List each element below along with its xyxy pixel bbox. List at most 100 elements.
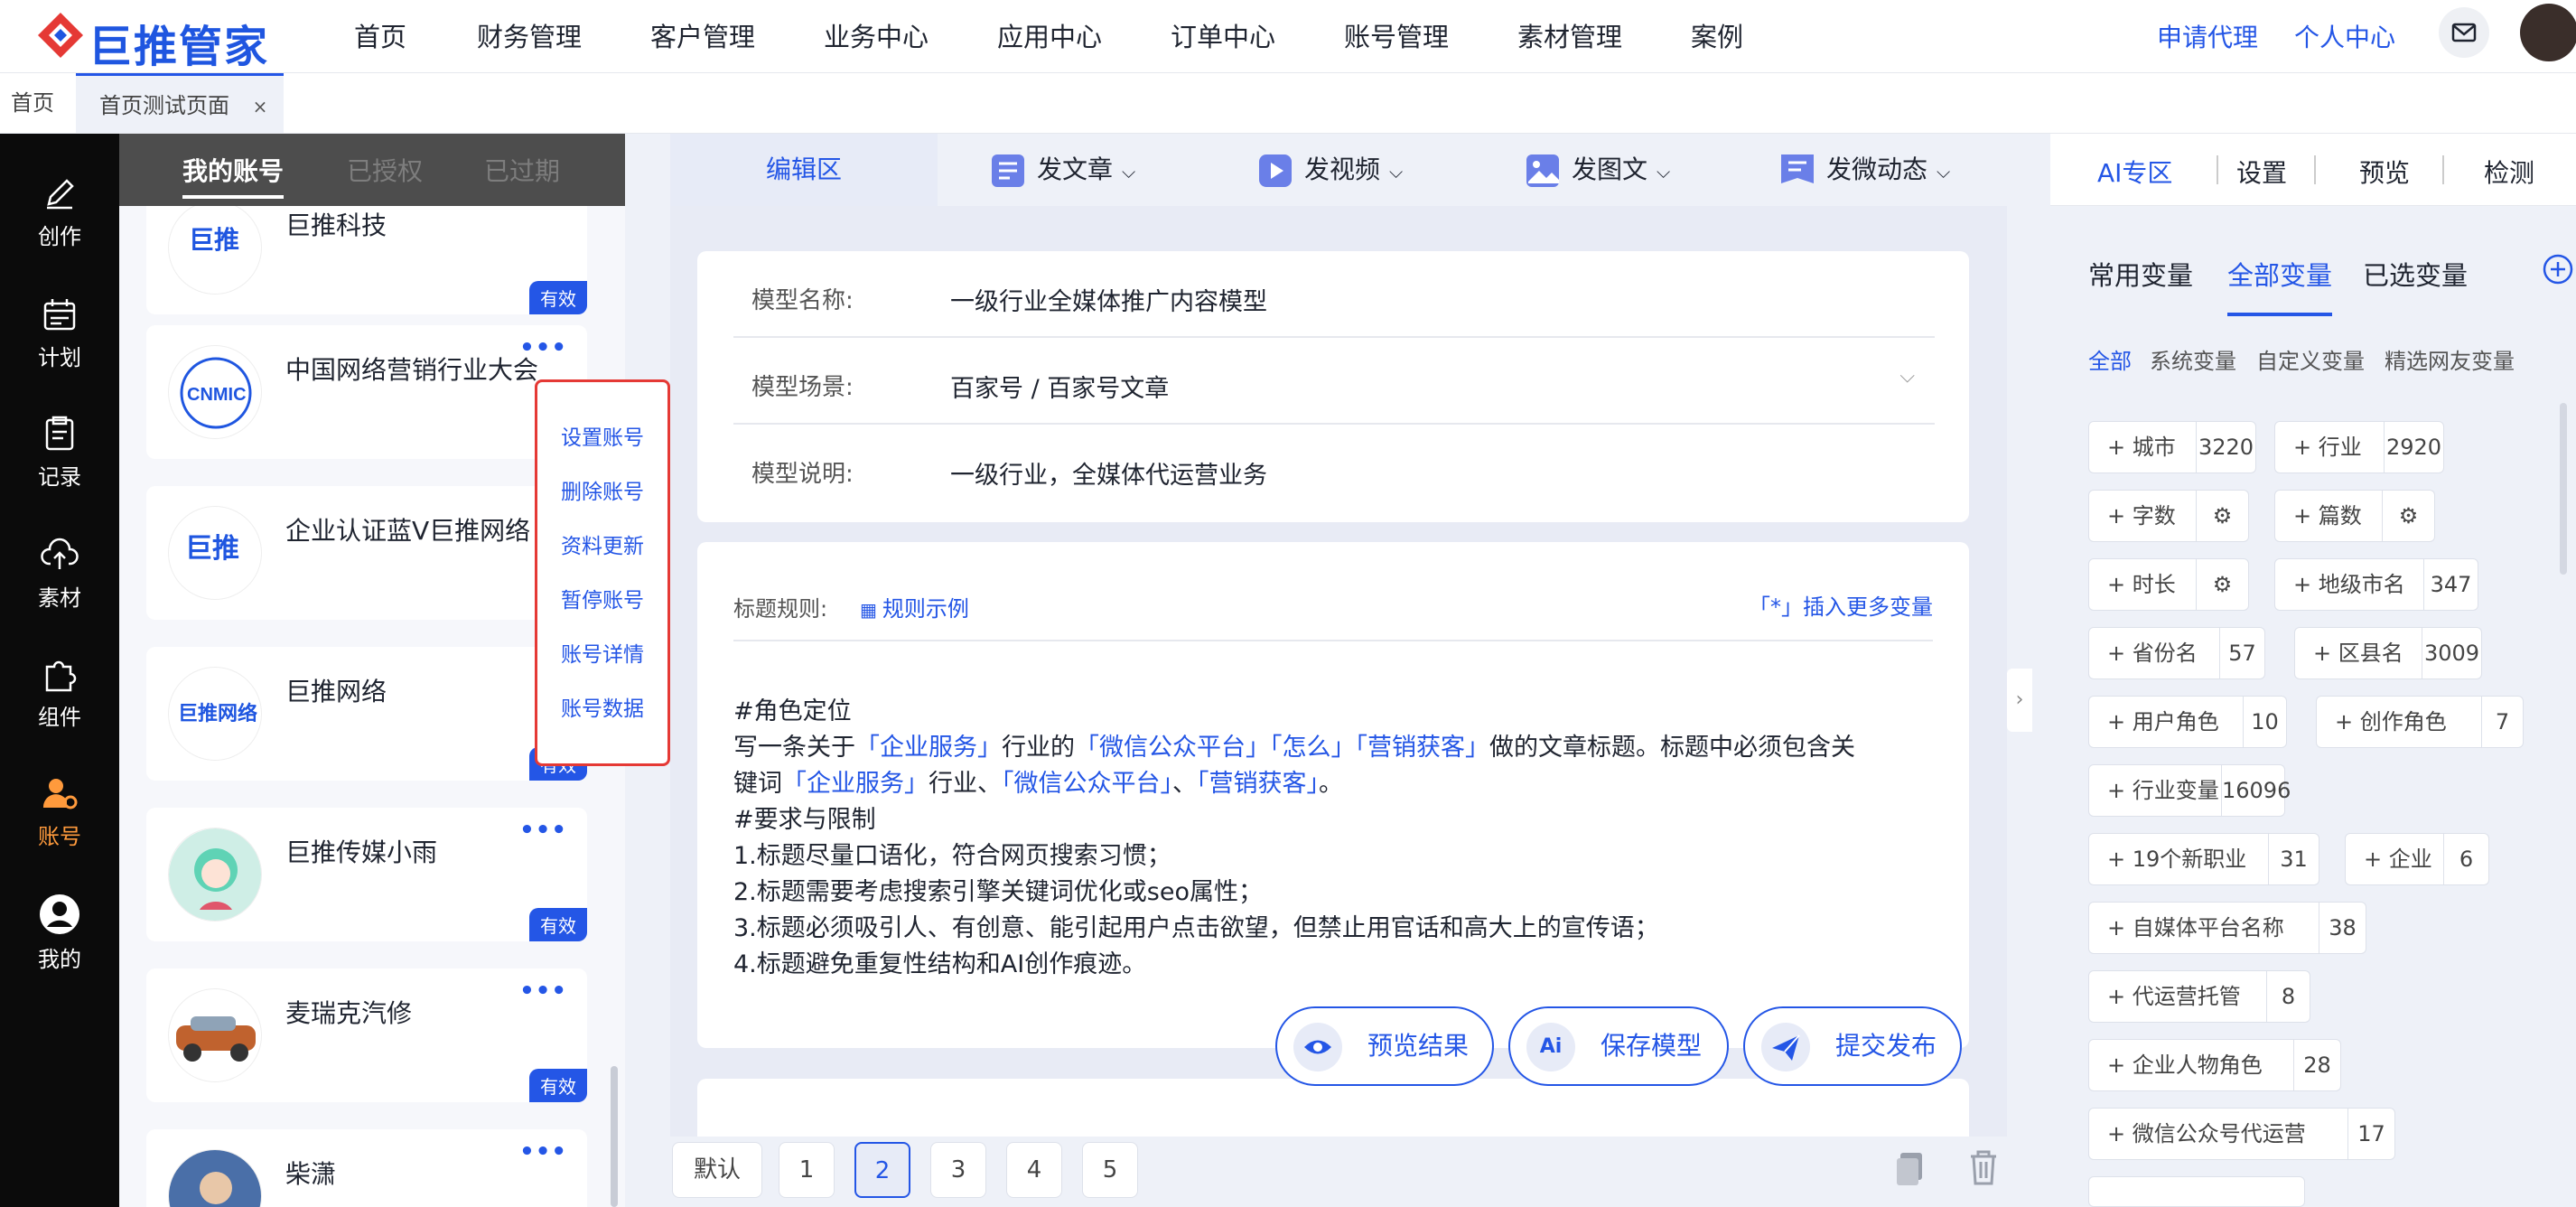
page-button[interactable]: 1 — [779, 1142, 835, 1198]
tab-preview[interactable]: 预览 — [2359, 154, 2410, 190]
rail-plan[interactable]: 计划 — [0, 295, 119, 371]
collapse-right-panel-button[interactable]: › — [2007, 669, 2032, 732]
tab-selected-vars[interactable]: 已选变量 — [2363, 255, 2468, 293]
gear-icon[interactable]: ⚙ — [2382, 491, 2434, 541]
menu-delete-account[interactable]: 删除账号 — [537, 474, 667, 505]
variable-chip[interactable]: + 城市 3220 — [2088, 421, 2256, 473]
more-icon[interactable]: ••• — [519, 978, 567, 1005]
nav-home[interactable]: 首页 — [354, 16, 406, 54]
nav-accounts[interactable]: 账号管理 — [1344, 16, 1449, 54]
submit-publish-button[interactable]: 提交发布 — [1743, 1006, 1962, 1086]
variable-chip[interactable]: + 自媒体平台名称 38 — [2088, 902, 2366, 954]
chevron-down-icon[interactable]: ⌵ — [1899, 365, 1915, 388]
account-card[interactable]: 巨推 巨推科技 有效 — [146, 206, 587, 314]
page-button[interactable]: 3 — [930, 1142, 986, 1198]
page-button[interactable]: 4 — [1006, 1142, 1062, 1198]
account-scrollbar[interactable] — [611, 1066, 618, 1207]
variable-chip[interactable]: + 19个新职业 31 — [2088, 833, 2319, 885]
page-button-current[interactable]: 2 — [854, 1142, 910, 1198]
variable-chip[interactable]: + 篇数 ⚙ — [2274, 490, 2435, 542]
tab-home[interactable]: 首页 — [11, 73, 54, 133]
variable-tag[interactable]: 「微信公众平台」 — [1002, 770, 1172, 798]
tab-ai-zone[interactable]: AI专区 — [2097, 154, 2172, 190]
rule-example-link[interactable]: ▦ 规则示例 — [860, 591, 969, 622]
variable-chip[interactable]: + 企业人物角色 28 — [2088, 1039, 2341, 1091]
model-desc-value[interactable]: 一级行业，全媒体代运营业务 — [950, 455, 1267, 491]
model-scene-row[interactable]: 模型场景: 百家号 / 百家号文章 ⌵ — [733, 338, 1935, 425]
tab-edit-area[interactable]: 编辑区 — [670, 134, 938, 206]
variable-chip[interactable]: + 字数 ⚙ — [2088, 490, 2249, 542]
trash-icon[interactable] — [1962, 1146, 2005, 1189]
more-icon[interactable]: ••• — [519, 1138, 567, 1165]
variable-chip[interactable]: + 代运营托管 8 — [2088, 970, 2310, 1023]
tab-active-page[interactable]: 首页测试页面 × — [76, 73, 284, 133]
variable-chip[interactable]: + 微信公众号代运营 17 — [2088, 1108, 2395, 1160]
page-default-button[interactable]: 默认 — [672, 1142, 762, 1198]
user-avatar[interactable] — [2520, 4, 2576, 61]
tab-close-icon[interactable]: × — [253, 96, 268, 117]
more-icon[interactable]: ••• — [519, 817, 567, 844]
variable-tag[interactable]: 「企业服务」 — [855, 734, 1002, 762]
account-card[interactable]: CNMIC 中国网络营销行业大会 ••• — [146, 325, 587, 459]
gear-icon[interactable]: ⚙ — [2196, 491, 2248, 541]
more-icon[interactable]: ••• — [519, 334, 567, 361]
brand-logo[interactable]: 巨推管家 — [36, 7, 280, 72]
menu-set-account[interactable]: 设置账号 — [537, 420, 667, 451]
filter-custom[interactable]: 自定义变量 — [2256, 343, 2365, 375]
account-card[interactable]: 巨推网络 巨推网络 有效 — [146, 647, 587, 781]
variable-chip[interactable] — [2088, 1176, 2305, 1207]
rail-records[interactable]: 记录 — [0, 414, 119, 491]
tab-detect[interactable]: 检测 — [2484, 154, 2534, 190]
nav-business[interactable]: 业务中心 — [824, 16, 929, 54]
variable-scrollbar[interactable] — [2560, 403, 2567, 575]
gear-icon[interactable]: ⚙ — [2196, 559, 2248, 610]
variable-chip[interactable]: + 创作角色 7 — [2316, 696, 2524, 748]
variable-chip[interactable]: + 行业变量 16096 — [2088, 764, 2291, 817]
nav-cases[interactable]: 案例 — [1691, 16, 1743, 54]
rail-components[interactable]: 组件 — [0, 654, 119, 731]
tab-expired[interactable]: 已过期 — [484, 152, 560, 188]
account-card[interactable]: 巨推传媒小雨 ••• 有效 — [146, 808, 587, 941]
tab-image-text[interactable]: 发图文 ⌵ — [1523, 134, 1670, 206]
tab-article[interactable]: 发文章 ⌵ — [988, 134, 1135, 206]
variable-tag[interactable]: 「微信公众平台」「怎么」「营销获客」 — [1075, 734, 1489, 762]
menu-account-details[interactable]: 账号详情 — [537, 637, 667, 668]
nav-materials[interactable]: 素材管理 — [1517, 16, 1622, 54]
menu-account-data[interactable]: 账号数据 — [537, 691, 667, 722]
tab-my-accounts[interactable]: 我的账号 — [182, 152, 285, 199]
rail-mine[interactable]: 我的 — [0, 893, 119, 973]
tab-all-vars[interactable]: 全部变量 — [2227, 255, 2333, 316]
model-name-value[interactable]: 一级行业全媒体推广内容模型 — [950, 282, 1267, 317]
variable-tag[interactable]: 「企业服务」 — [782, 770, 929, 798]
account-card[interactable]: 巨推 企业认证蓝V巨推网络 — [146, 486, 587, 620]
variable-chip[interactable]: + 行业 2920 — [2274, 421, 2444, 473]
page-button[interactable]: 5 — [1082, 1142, 1138, 1198]
tab-micro[interactable]: 发微动态 ⌵ — [1778, 134, 1950, 206]
copy-icon[interactable] — [1890, 1147, 1933, 1191]
title-rule-textarea[interactable]: #角色定位 写一条关于「企业服务」行业的「微信公众平台」「怎么」「营销获客」做的… — [733, 694, 1944, 983]
variable-chip[interactable]: + 用户角色 10 — [2088, 696, 2287, 748]
variable-chip[interactable]: + 地级市名 347 — [2274, 558, 2478, 611]
save-model-button[interactable]: Ai 保存模型 — [1508, 1006, 1729, 1086]
filter-system[interactable]: 系统变量 — [2150, 343, 2236, 375]
variable-chip[interactable]: + 时长 ⚙ — [2088, 558, 2249, 611]
nav-orders[interactable]: 订单中心 — [1171, 16, 1275, 54]
apply-agent-link[interactable]: 申请代理 — [2157, 18, 2258, 54]
add-circle-icon[interactable] — [2542, 253, 2574, 285]
account-card[interactable]: 柴潇 ••• — [146, 1129, 587, 1207]
variable-tag[interactable]: 「营销获客」 — [1197, 770, 1319, 798]
rail-materials[interactable]: 素材 — [0, 535, 119, 612]
nav-finance[interactable]: 财务管理 — [477, 16, 582, 54]
personal-center-link[interactable]: 个人中心 — [2294, 18, 2395, 54]
filter-featured[interactable]: 精选网友变量 — [2385, 343, 2515, 375]
preview-result-button[interactable]: 预览结果 — [1275, 1006, 1494, 1086]
rail-accounts[interactable]: 账号 — [0, 773, 119, 850]
nav-customer[interactable]: 客户管理 — [650, 16, 755, 54]
tab-video[interactable]: 发视频 ⌵ — [1255, 134, 1403, 206]
menu-update-profile[interactable]: 资料更新 — [537, 529, 667, 559]
rail-create[interactable]: 创作 — [0, 173, 119, 250]
model-scene-select[interactable]: 百家号 / 百家号文章 — [950, 369, 1169, 404]
insert-variable-link[interactable]: 「*」插入更多变量 — [1749, 589, 1933, 621]
filter-all[interactable]: 全部 — [2088, 343, 2132, 375]
nav-apps[interactable]: 应用中心 — [997, 16, 1102, 54]
